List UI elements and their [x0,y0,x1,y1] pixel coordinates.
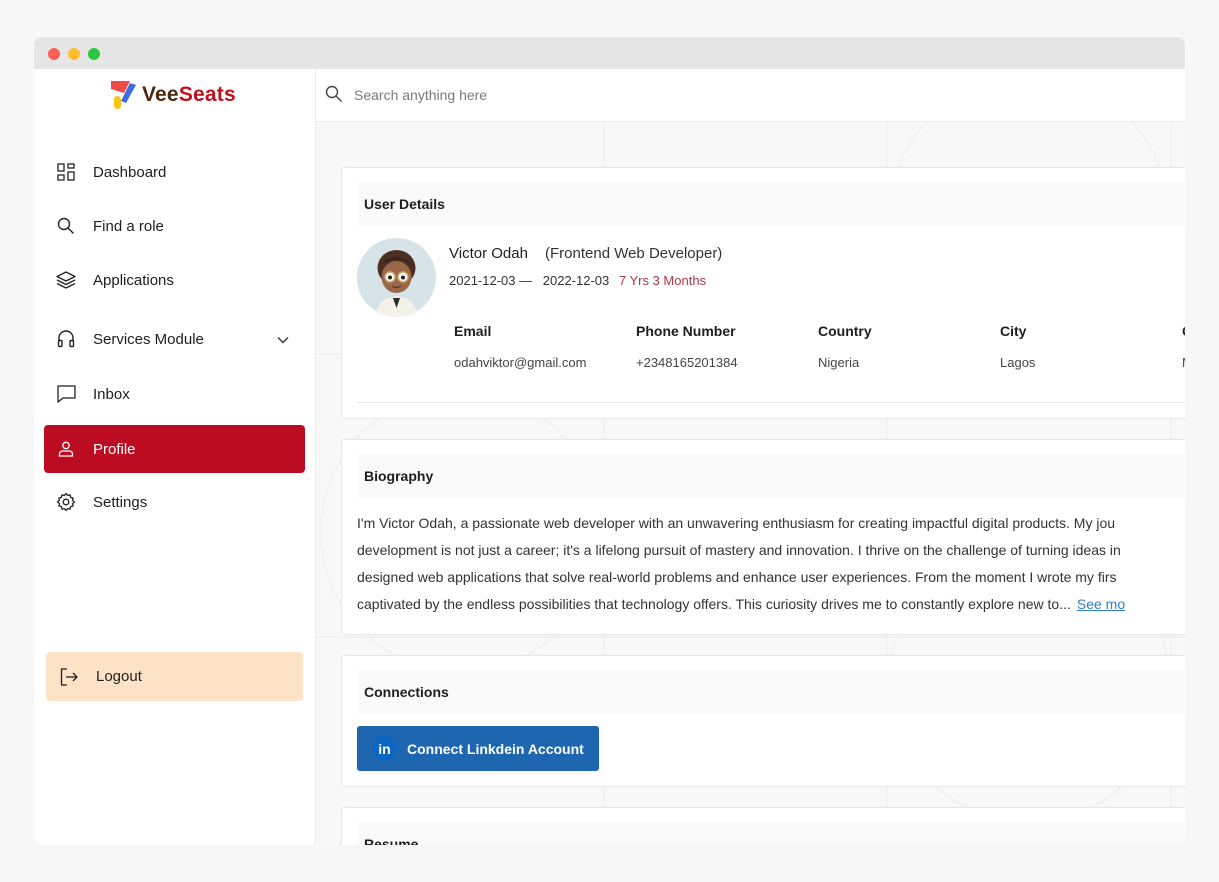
card-title: Connections [364,684,449,700]
info-label: City [1000,323,1027,339]
info-gender: G M [1182,323,1185,370]
close-window-button[interactable] [48,48,60,60]
info-email: Email odahviktor@gmail.com [454,323,586,370]
see-more-link[interactable]: See mo [1077,596,1125,612]
end-date: 2022-12-03 [542,273,610,288]
sidebar-item-label: Applications [93,271,174,289]
sidebar: VeeSeats Dashboard Find a role Applicati… [34,69,316,845]
chevron-down-icon[interactable] [277,331,289,349]
maximize-window-button[interactable] [88,48,100,60]
layers-icon [56,270,76,290]
resume-header: Resume [357,822,1185,845]
sidebar-item-label: Services Module [93,330,204,348]
biography-header: Biography [357,454,1185,498]
linkedin-icon: in [372,736,397,761]
info-value: Lagos [1000,355,1036,370]
minimize-window-button[interactable] [68,48,80,60]
sidebar-item-inbox[interactable]: Inbox [44,370,305,418]
sidebar-item-dashboard[interactable]: Dashboard [44,148,305,196]
sidebar-item-services-module[interactable]: Services Module [44,315,305,363]
info-city: City Lagos [1000,323,1035,370]
sidebar-item-label: Dashboard [93,163,167,181]
search-input[interactable] [354,83,954,107]
start-date: 2021-12-03 — [449,273,533,288]
user-details-card: User Details Victor Odah (Frontend Web D… [341,167,1185,419]
card-title: User Details [364,196,445,212]
search-icon [56,216,76,236]
connections-card: Connections in Connect Linkdein Account [341,655,1185,787]
sidebar-item-find-a-role[interactable]: Find a role [44,202,305,250]
info-value: Nigeria [818,355,860,370]
biography-card: Biography I'm Victor Odah, a passionate … [341,439,1185,635]
biography-line-text: captivated by the endless possibilities … [357,596,1071,612]
gear-icon [56,492,76,512]
info-label: Phone Number [636,323,736,339]
user-details-header: User Details [357,182,1185,226]
info-label: G [1182,323,1185,339]
sidebar-item-profile[interactable]: Profile [44,425,305,473]
window-titlebar [34,37,1185,69]
logout-icon [59,667,79,687]
connect-linkedin-label: Connect Linkdein Account [407,740,584,757]
avatar [357,238,436,317]
info-value: M [1182,355,1185,370]
biography-line: designed web applications that solve rea… [357,569,1117,585]
biography-line: development is not just a career; it's a… [357,542,1121,558]
info-country: Country Nigeria [818,323,872,370]
info-label: Email [454,323,492,339]
duration: 7 Yrs 3 Months [618,273,707,288]
divider [357,402,1185,403]
brand-logo-icon [110,81,136,109]
sidebar-item-applications[interactable]: Applications [44,256,305,304]
card-title: Resume [364,836,419,845]
message-icon [56,384,76,404]
dashboard-icon [56,162,76,182]
headphones-icon [56,329,76,349]
app-window: VeeSeats Dashboard Find a role Applicati… [34,37,1185,845]
info-value: +2348165201384 [636,355,738,370]
info-value: odahviktor@gmail.com [454,355,587,370]
user-role: (Frontend Web Developer) [545,245,723,262]
info-label: Country [818,323,872,339]
sidebar-item-label: Settings [93,493,148,511]
resume-card: Resume [341,807,1185,845]
user-icon [56,439,76,459]
connections-header: Connections [357,670,1185,714]
logout-button[interactable]: Logout [46,652,303,701]
connect-linkedin-button[interactable]: in Connect Linkdein Account [357,726,599,771]
info-phone: Phone Number +2348165201384 [636,323,738,370]
search-icon [325,85,343,108]
card-title: Biography [364,468,434,484]
main-content: User Details Victor Odah (Frontend Web D… [316,122,1185,845]
logout-label: Logout [96,668,142,685]
sidebar-item-label: Find a role [93,217,164,235]
biography-line: I'm Victor Odah, a passionate web develo… [357,515,1116,531]
brand-name: VeeSeats [142,83,236,106]
sidebar-item-label: Profile [93,440,136,458]
brand-logo[interactable]: VeeSeats [110,80,236,110]
biography-line: captivated by the endless possibilities … [357,591,1185,618]
user-name: Victor Odah [449,245,528,262]
sidebar-item-label: Inbox [93,385,130,403]
employment-dates: 2021-12-03 — 2022-12-03 7 Yrs 3 Months [449,273,706,288]
top-bar [316,69,1185,122]
biography-text: I'm Victor Odah, a passionate web develo… [357,510,1185,618]
sidebar-item-settings[interactable]: Settings [44,478,305,526]
